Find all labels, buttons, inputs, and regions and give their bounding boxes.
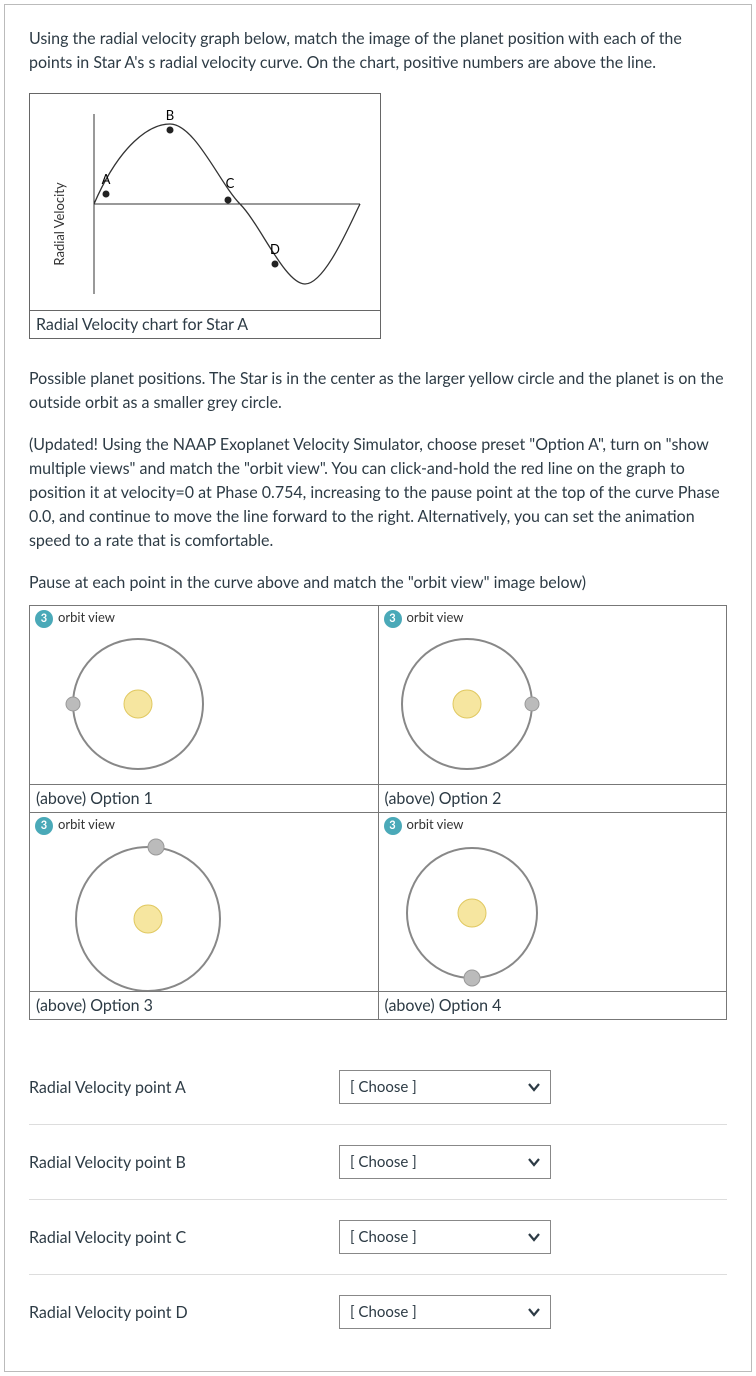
orbit-svg-1 <box>48 624 208 784</box>
updated-note: (Updated! Using the NAAP Exoplanet Veloc… <box>29 433 727 553</box>
rv-chart-pt-C: C <box>226 175 235 191</box>
question-container: Using the radial velocity graph below, m… <box>4 4 752 1372</box>
orbit-options-grid: 3 orbit view 3 orbit view <box>29 605 727 1020</box>
match-row-C: Radial Velocity point C [ Choose ] <box>29 1200 727 1275</box>
rv-chart-image: Radial Velocity A B C D <box>30 94 380 310</box>
orbit-svg-2 <box>397 624 557 784</box>
orbit-panel-1: 3 orbit view <box>30 606 378 784</box>
match-row-D: Radial Velocity point D [ Choose ] <box>29 1275 727 1349</box>
orbit-caption-2: (above) Option 2 <box>379 785 727 812</box>
orbit-title: orbit view <box>58 816 115 832</box>
rv-chart-figure: Radial Velocity A B C D Radial Velocity … <box>29 93 381 339</box>
match-label-D: Radial Velocity point D <box>29 1303 339 1322</box>
match-label-B: Radial Velocity point B <box>29 1153 339 1172</box>
rv-chart-svg: Radial Velocity A B C D <box>30 94 382 310</box>
match-select-B[interactable]: [ Choose ] <box>339 1145 551 1179</box>
match-select-D[interactable]: [ Choose ] <box>339 1295 551 1329</box>
rv-chart-pt-A: A <box>102 171 111 187</box>
rv-chart-caption: Radial Velocity chart for Star A <box>30 310 380 338</box>
match-label-C: Radial Velocity point C <box>29 1228 339 1247</box>
orbit-title: orbit view <box>58 609 115 625</box>
positions-intro: Possible planet positions. The Star is i… <box>29 367 727 415</box>
matching-section: Radial Velocity point A [ Choose ] Radia… <box>29 1050 727 1349</box>
orbit-title: orbit view <box>407 816 464 832</box>
intro-text: Using the radial velocity graph below, m… <box>29 27 727 75</box>
match-label-A: Radial Velocity point A <box>29 1078 339 1097</box>
rv-chart-ylabel: Radial Velocity <box>51 182 67 265</box>
rv-chart-pt-B: B <box>166 107 174 123</box>
orbit-title: orbit view <box>407 609 464 625</box>
match-row-B: Radial Velocity point B [ Choose ] <box>29 1125 727 1200</box>
orbit-svg-3 <box>48 831 228 991</box>
orbit-panel-2: 3 orbit view <box>379 606 727 784</box>
pause-note: Pause at each point in the curve above a… <box>29 571 727 595</box>
orbit-caption-1: (above) Option 1 <box>30 785 378 812</box>
match-select-C[interactable]: [ Choose ] <box>339 1220 551 1254</box>
orbit-caption-3: (above) Option 3 <box>30 992 378 1019</box>
orbit-svg-4 <box>397 831 557 1001</box>
match-row-A: Radial Velocity point A [ Choose ] <box>29 1050 727 1125</box>
rv-chart-pt-D: D <box>270 241 280 257</box>
orbit-panel-3: 3 orbit view <box>30 813 378 991</box>
match-select-A[interactable]: [ Choose ] <box>339 1070 551 1104</box>
orbit-panel-4: 3 orbit view <box>379 813 727 991</box>
